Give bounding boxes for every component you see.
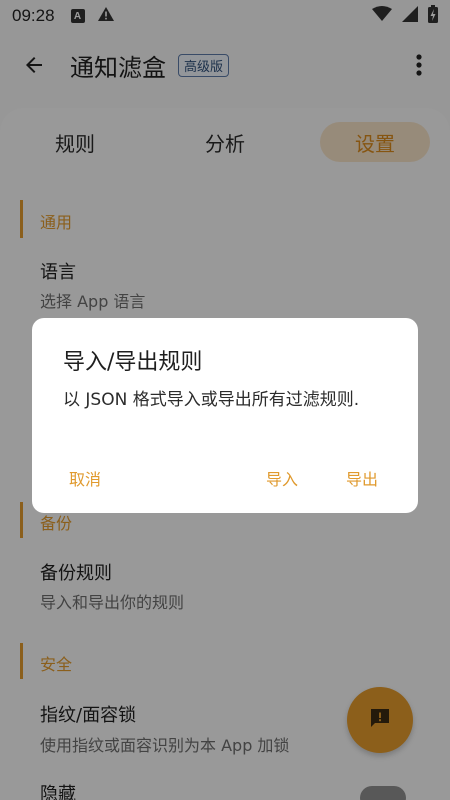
dialog-title: 导入/导出规则 bbox=[63, 350, 203, 375]
import-button[interactable]: 导入 bbox=[266, 464, 298, 492]
export-button[interactable]: 导出 bbox=[346, 464, 378, 492]
cancel-button[interactable]: 取消 bbox=[69, 464, 101, 492]
import-export-dialog: 导入/导出规则 以 JSON 格式导入或导出所有过滤规则. 取消 导入 导出 bbox=[32, 318, 418, 513]
dialog-message: 以 JSON 格式导入或导出所有过滤规则. bbox=[63, 390, 360, 410]
